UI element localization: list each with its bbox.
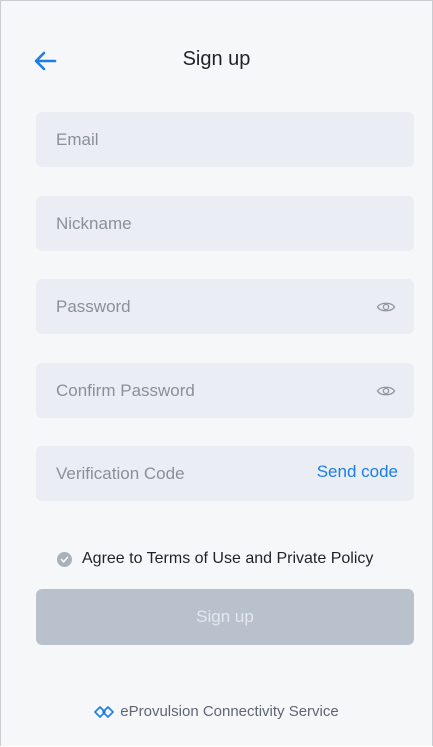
header: Sign up [1,37,432,85]
send-code-button[interactable]: Send code [317,462,398,482]
confirm-password-field-container [36,363,414,418]
email-field-container [36,112,414,167]
agree-checkbox[interactable] [57,551,72,567]
password-field-container [36,279,414,334]
nickname-field-container [36,196,414,251]
agreement-text[interactable]: Agree to Terms of Use and Private Policy [82,550,373,568]
signup-screen: Sign up Send code Agree to Terms of Use … [0,0,433,746]
eye-icon[interactable] [376,297,396,317]
agreement-row: Agree to Terms of Use and Private Policy [57,547,373,571]
confirm-password-field[interactable] [36,363,336,418]
verification-field-container: Send code [36,446,414,501]
nickname-field[interactable] [36,196,336,251]
verification-code-field[interactable] [36,446,336,501]
checkmark-icon [60,555,69,563]
eye-icon[interactable] [376,381,396,401]
page-title: Sign up [182,48,251,70]
footer: eProvulsion Connectivity Service [1,703,432,720]
email-field[interactable] [36,112,336,167]
sign-up-button[interactable]: Sign up [36,589,414,645]
footer-text: eProvulsion Connectivity Service [120,703,339,720]
password-field[interactable] [36,279,336,334]
eprop-logo-icon [94,705,115,718]
